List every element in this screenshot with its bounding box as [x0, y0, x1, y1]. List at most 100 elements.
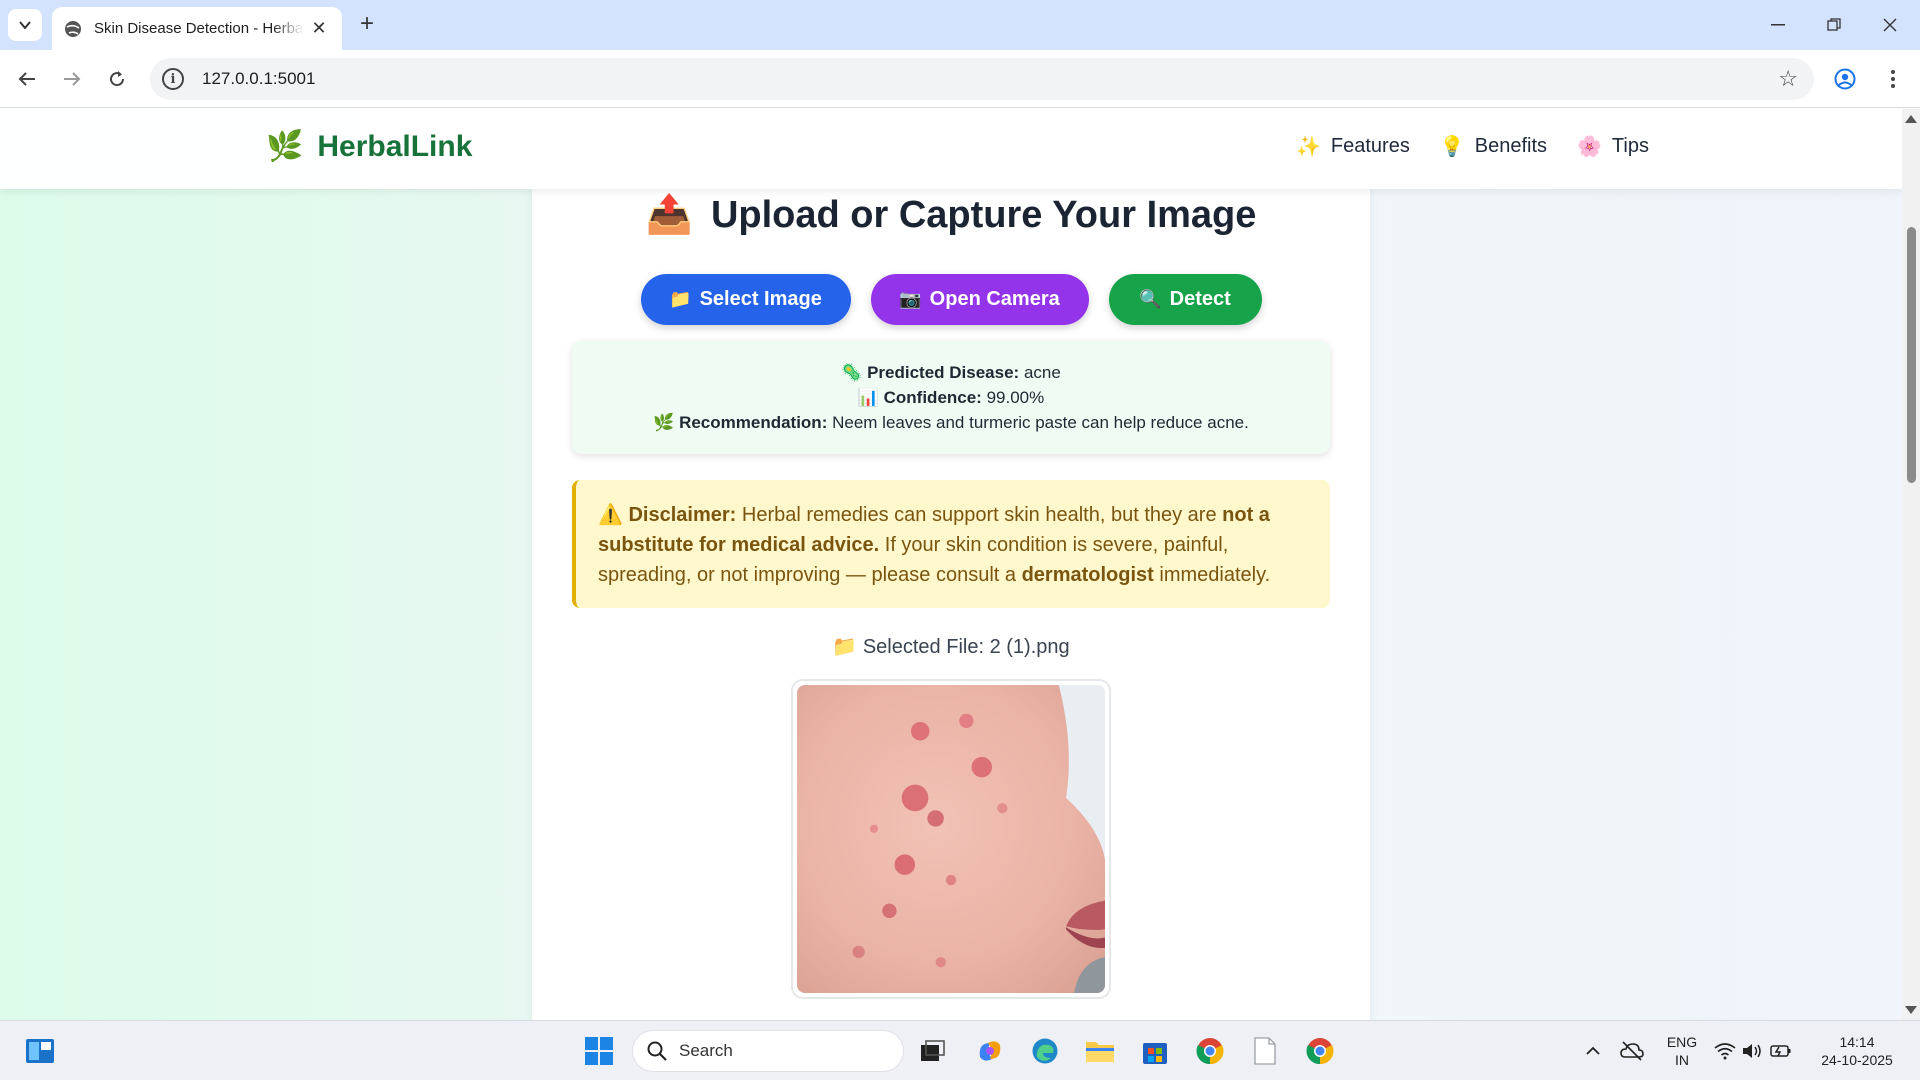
- edge-button[interactable]: [1027, 1033, 1063, 1069]
- selected-file-label: Selected File: 2 (1).png: [862, 636, 1070, 658]
- skin-photo-image: [797, 685, 1105, 993]
- page-scrollbar[interactable]: [1902, 109, 1920, 1020]
- predicted-disease-line: 🦠 Predicted Disease: acne: [572, 360, 1330, 385]
- site-nav: ✨ Features 💡 Benefits 🌸 Tips: [1296, 134, 1679, 159]
- uploaded-image-preview: [791, 679, 1111, 999]
- close-window-button[interactable]: [1862, 0, 1918, 50]
- prediction-result: 🦠 Predicted Disease: acne 📊 Confidence: …: [572, 341, 1330, 454]
- address-bar[interactable]: i 127.0.0.1:5001 ☆: [150, 58, 1814, 100]
- store-button[interactable]: [1137, 1033, 1173, 1069]
- file-explorer-button[interactable]: [1082, 1033, 1118, 1069]
- region-code: IN: [1675, 1052, 1689, 1068]
- profile-button[interactable]: [1828, 62, 1862, 96]
- warning-icon: ⚠️: [598, 504, 623, 526]
- cloud-off-icon: [1620, 1041, 1644, 1061]
- language-indicator[interactable]: ENG IN: [1662, 1033, 1702, 1069]
- minimize-icon: [1771, 24, 1785, 26]
- bar-chart-icon: 📊: [857, 388, 879, 407]
- browser-tab[interactable]: Skin Disease Detection - HerbalLink ✕: [52, 7, 342, 50]
- scroll-up-arrow-icon[interactable]: [1905, 115, 1917, 123]
- microbe-icon: 🦠: [841, 363, 863, 382]
- close-icon: [1883, 18, 1897, 32]
- folder-icon: [1086, 1042, 1114, 1062]
- browser-tabstrip: Skin Disease Detection - HerbalLink ✕ +: [0, 0, 1920, 50]
- restore-icon: [1827, 18, 1841, 31]
- chrome-button[interactable]: [1192, 1033, 1228, 1069]
- arrow-left-icon: [18, 72, 35, 86]
- upload-title-text: Upload or Capture Your Image: [710, 193, 1257, 236]
- disclaimer-text: Herbal remedies can support skin health,…: [741, 504, 1217, 526]
- browser-menu-button[interactable]: [1876, 62, 1910, 96]
- scrollbar-thumb[interactable]: [1907, 227, 1916, 483]
- onedrive-status-button[interactable]: [1614, 1033, 1650, 1069]
- start-button[interactable]: [581, 1033, 617, 1069]
- nav-link-features[interactable]: ✨ Features: [1296, 134, 1410, 159]
- nav-link-tips[interactable]: 🌸 Tips: [1577, 134, 1649, 159]
- windows-logo-icon: [585, 1037, 613, 1065]
- site-logo[interactable]: 🌿 HerbalLink: [266, 129, 472, 164]
- copilot-button[interactable]: [972, 1033, 1008, 1069]
- flower-icon: 🌸: [1577, 136, 1602, 158]
- bookmark-star-icon[interactable]: ☆: [1778, 66, 1798, 92]
- notepad-button[interactable]: [1247, 1033, 1283, 1069]
- kebab-menu-icon: [1891, 70, 1895, 88]
- nav-label: Tips: [1611, 135, 1649, 157]
- recommendation-label: Recommendation:: [679, 413, 828, 432]
- show-hidden-icons-button[interactable]: [1575, 1033, 1611, 1069]
- clock[interactable]: 14:14 24-10-2025: [1812, 1033, 1902, 1069]
- clock-time: 14:14: [1839, 1034, 1875, 1050]
- reload-button[interactable]: [100, 62, 134, 96]
- disclaimer-label: Disclaimer:: [628, 504, 737, 526]
- clock-date: 24-10-2025: [1821, 1052, 1893, 1068]
- edge-icon: [1032, 1038, 1058, 1064]
- chrome-icon: [1306, 1038, 1334, 1065]
- nav-link-benefits[interactable]: 💡 Benefits: [1440, 134, 1547, 159]
- quick-settings-button[interactable]: [1708, 1033, 1798, 1069]
- herb-leaf-icon: 🌿: [266, 130, 304, 163]
- widgets-button[interactable]: [22, 1033, 58, 1069]
- chevron-down-icon: [19, 21, 31, 30]
- confidence-label: Confidence:: [883, 388, 982, 407]
- restore-button[interactable]: [1806, 0, 1862, 50]
- new-tab-button[interactable]: +: [352, 10, 382, 40]
- herb-icon: 🌿: [653, 413, 675, 432]
- back-button[interactable]: [10, 62, 44, 96]
- tab-search-button[interactable]: [8, 9, 42, 41]
- detect-button[interactable]: 🔍 Detect: [1108, 274, 1262, 325]
- button-label: Select Image: [699, 288, 822, 310]
- windows-taskbar: Search ENG IN 14:14 24-10-2025: [0, 1020, 1920, 1080]
- task-view-button[interactable]: [915, 1033, 951, 1069]
- page-viewport: 🌿 HerbalLink ✨ Features 💡 Benefits 🌸 Tip…: [0, 109, 1902, 1020]
- arrow-right-icon: [64, 72, 81, 86]
- widgets-icon: [26, 1039, 54, 1063]
- disclaimer-emphasis: dermatologist: [1021, 564, 1154, 586]
- scroll-down-arrow-icon[interactable]: [1905, 1006, 1917, 1014]
- disclaimer-text: immediately.: [1159, 564, 1271, 586]
- tab-title: Skin Disease Detection - HerbalLink: [94, 20, 304, 37]
- url-text: 127.0.0.1:5001: [202, 69, 316, 88]
- language-code: ENG: [1666, 1034, 1698, 1050]
- upload-tray-icon: 📤: [645, 194, 693, 236]
- upload-card: 📤 Upload or Capture Your Image 📁 Select …: [532, 149, 1370, 1020]
- folder-icon: 📁: [832, 636, 858, 658]
- minimize-button[interactable]: [1750, 0, 1806, 50]
- taskbar-search[interactable]: Search: [632, 1030, 904, 1072]
- confidence-value: 99.00%: [986, 388, 1045, 407]
- copilot-icon: [979, 1041, 1001, 1061]
- browser-toolbar: i 127.0.0.1:5001 ☆: [0, 50, 1920, 108]
- close-tab-icon[interactable]: ✕: [308, 18, 330, 39]
- predicted-disease-value: acne: [1023, 363, 1061, 382]
- wifi-icon: [1714, 1043, 1736, 1060]
- nav-label: Benefits: [1474, 135, 1548, 157]
- magnifier-icon: 🔍: [1139, 289, 1162, 309]
- battery-icon: [1770, 1045, 1791, 1057]
- site-info-icon[interactable]: i: [162, 68, 184, 90]
- store-icon: [1143, 1043, 1167, 1064]
- document-icon: [1254, 1037, 1276, 1065]
- recommendation-line: 🌿 Recommendation: Neem leaves and turmer…: [572, 410, 1330, 435]
- open-camera-button[interactable]: 📷 Open Camera: [870, 274, 1089, 325]
- select-image-button[interactable]: 📁 Select Image: [640, 274, 851, 325]
- forward-button[interactable]: [55, 62, 89, 96]
- reload-icon: [110, 71, 125, 87]
- chrome-active-button[interactable]: [1302, 1033, 1338, 1069]
